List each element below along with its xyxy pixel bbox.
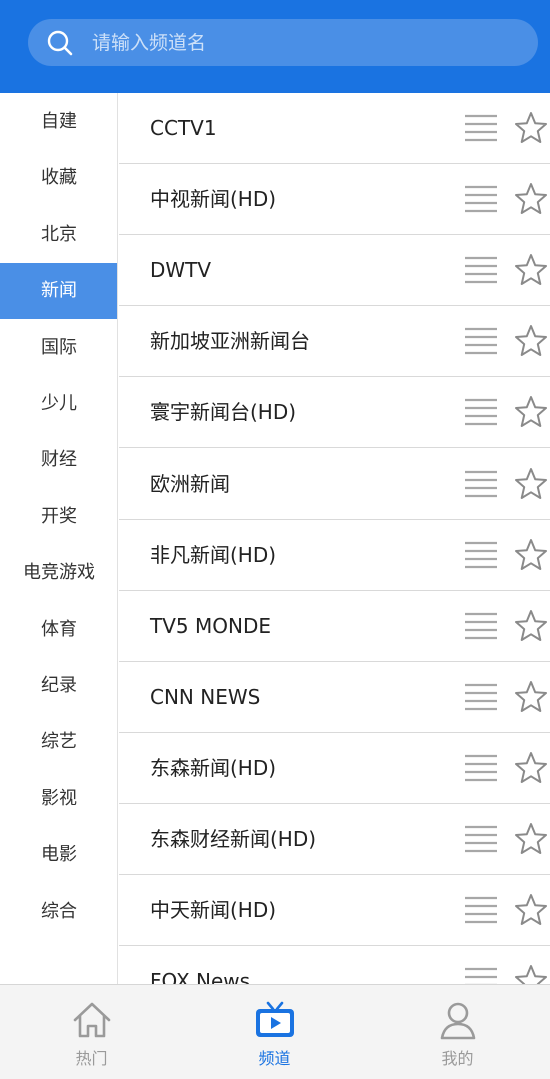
search-bar[interactable] (28, 19, 538, 66)
channel-row[interactable]: 东森新闻(HD) (119, 733, 550, 804)
channel-name: 寰宇新闻台(HD) (150, 400, 297, 425)
category-item[interactable]: 新闻 (0, 263, 117, 320)
tab-hot[interactable]: 热门 (0, 985, 183, 1079)
star-icon[interactable] (514, 751, 548, 785)
star-icon[interactable] (514, 182, 548, 216)
star-icon[interactable] (514, 253, 548, 287)
channel-name: FOX News (150, 969, 251, 984)
channel-row[interactable]: CCTV1 (119, 93, 550, 164)
channel-row[interactable]: 寰宇新闻台(HD) (119, 377, 550, 449)
category-item[interactable]: 综合 (0, 884, 117, 940)
category-item[interactable]: 财经 (0, 432, 117, 488)
channel-name: 东森财经新闻(HD) (150, 827, 317, 851)
channel-name: 欧洲新闻 (150, 471, 230, 496)
category-item[interactable]: 电影 (0, 827, 117, 883)
channel-row[interactable]: 东森财经新闻(HD) (119, 804, 550, 875)
star-icon[interactable] (514, 467, 548, 501)
menu-icon[interactable] (465, 540, 497, 570)
channel-row[interactable]: DWTV (119, 235, 550, 307)
menu-icon[interactable] (465, 184, 497, 214)
channel-name: 中天新闻(HD) (150, 898, 277, 923)
tab-label: 频道 (258, 1049, 291, 1068)
menu-icon[interactable] (465, 682, 497, 712)
tv-icon (256, 1001, 294, 1037)
tab-mine[interactable]: 我的 (366, 985, 549, 1079)
category-item[interactable]: 国际 (0, 320, 117, 376)
menu-icon[interactable] (465, 397, 497, 427)
channel-name: 中视新闻(HD) (150, 187, 277, 212)
channel-row[interactable]: 中天新闻(HD) (119, 875, 550, 947)
star-icon[interactable] (514, 822, 548, 856)
search-input[interactable] (92, 19, 522, 66)
category-item[interactable]: 少儿 (0, 376, 117, 432)
tab-label: 热门 (75, 1049, 108, 1068)
star-icon[interactable] (514, 964, 548, 984)
channel-name: 非凡新闻(HD) (150, 542, 277, 567)
star-icon[interactable] (514, 538, 548, 572)
category-item[interactable]: 开奖 (0, 489, 117, 545)
category-item[interactable]: 影视 (0, 771, 117, 827)
channel-row[interactable]: 欧洲新闻 (119, 449, 550, 520)
channel-row[interactable]: TV5 MONDE (119, 591, 550, 662)
bottom-tab-bar: 热门 频道 我的 (0, 984, 550, 1079)
menu-icon[interactable] (465, 611, 497, 641)
channel-name: DWTV (150, 258, 212, 283)
channel-row[interactable]: 非凡新闻(HD) (119, 520, 550, 591)
search-icon (47, 30, 73, 56)
category-sidebar: 自建 收藏 北京 新闻 国际 少儿 财经 开奖 电竞游戏 体育 纪录 综艺 影视 电影 综合 (0, 93, 118, 984)
category-item[interactable]: 电竞游戏 (0, 545, 117, 601)
channel-name: 东森新闻(HD) (150, 755, 277, 780)
channel-name: TV5 MONDE (150, 613, 271, 638)
star-icon[interactable] (514, 395, 548, 429)
category-item[interactable]: 北京 (0, 207, 117, 263)
menu-icon[interactable] (465, 255, 497, 285)
menu-icon[interactable] (465, 113, 497, 143)
star-icon[interactable] (514, 324, 548, 358)
star-icon[interactable] (514, 111, 548, 145)
channel-row[interactable]: FOX News (119, 946, 550, 984)
category-item[interactable]: 综艺 (0, 714, 117, 770)
home-icon (73, 1002, 111, 1038)
menu-icon[interactable] (465, 326, 497, 356)
menu-icon[interactable] (465, 469, 497, 499)
star-icon[interactable] (514, 893, 548, 927)
channel-row[interactable]: 中视新闻(HD) (119, 164, 550, 236)
tab-label: 我的 (441, 1049, 474, 1068)
star-icon[interactable] (514, 609, 548, 643)
channel-list: CCTV1 中视新闻(HD) DWTV 新加坡亚洲新闻台 寰宇新闻台(HD) 欧洲新闻非凡… (119, 93, 550, 984)
channel-name: CNN NEWS (150, 684, 261, 709)
channel-name: 新加坡亚洲新闻台 (150, 329, 310, 354)
category-item[interactable]: 收藏 (0, 150, 117, 206)
category-item[interactable]: 纪录 (0, 658, 117, 714)
user-icon (440, 1002, 476, 1040)
header (0, 0, 550, 93)
category-item[interactable]: 体育 (0, 602, 117, 658)
menu-icon[interactable] (465, 824, 497, 854)
channel-name: CCTV1 (150, 116, 217, 140)
tab-channels[interactable]: 频道 (183, 985, 366, 1079)
channel-row[interactable]: CNN NEWS (119, 662, 550, 733)
menu-icon[interactable] (465, 966, 497, 984)
menu-icon[interactable] (465, 895, 497, 925)
star-icon[interactable] (514, 680, 548, 714)
menu-icon[interactable] (465, 753, 497, 783)
channel-row[interactable]: 新加坡亚洲新闻台 (119, 306, 550, 378)
category-item[interactable]: 自建 (0, 94, 117, 150)
